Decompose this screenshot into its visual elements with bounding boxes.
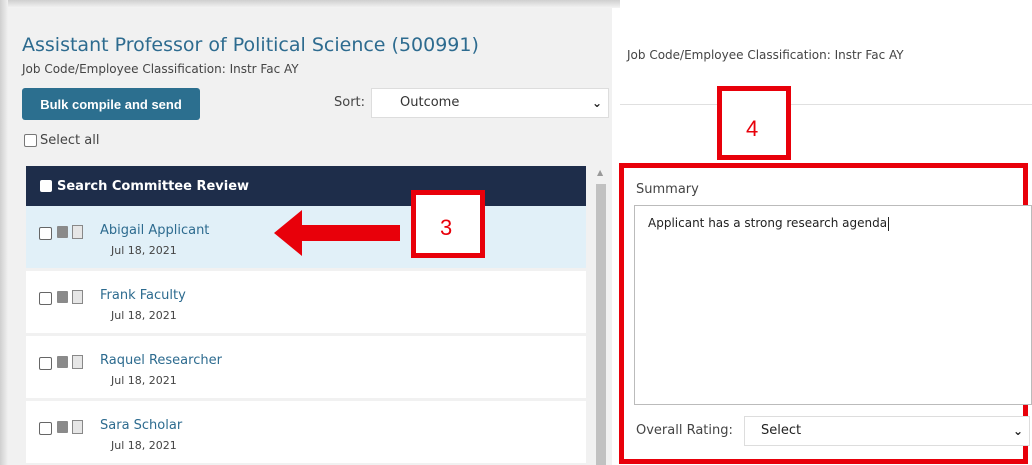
rating-label: Overall Rating: bbox=[636, 423, 733, 438]
applicant-name[interactable]: Sara Scholar bbox=[100, 418, 182, 433]
document-icon[interactable] bbox=[57, 421, 68, 433]
list-header: Search Committee Review bbox=[26, 166, 586, 206]
document-icon[interactable] bbox=[57, 291, 68, 303]
applicant-date: Jul 18, 2021 bbox=[111, 309, 177, 322]
applicant-name[interactable]: Frank Faculty bbox=[100, 288, 186, 303]
applicant-name[interactable]: Abigail Applicant bbox=[100, 223, 209, 238]
list-item[interactable]: Frank Faculty Jul 18, 2021 bbox=[26, 271, 586, 336]
list-item[interactable]: Raquel Researcher Jul 18, 2021 bbox=[26, 336, 586, 401]
scrollbar-thumb[interactable] bbox=[596, 184, 606, 465]
copy-icon[interactable] bbox=[72, 420, 83, 434]
chevron-down-icon: ⌄ bbox=[1012, 424, 1023, 438]
callout-number-3: 3 bbox=[440, 215, 453, 240]
summary-label: Summary bbox=[636, 182, 699, 197]
copy-icon[interactable] bbox=[72, 225, 83, 239]
screenshot-frame: Assistant Professor of Political Science… bbox=[0, 0, 1032, 465]
row-checkbox[interactable] bbox=[39, 422, 52, 435]
summary-text: Applicant has a strong research agenda bbox=[648, 216, 888, 230]
row-checkbox[interactable] bbox=[39, 227, 52, 240]
copy-icon[interactable] bbox=[72, 355, 83, 369]
applicant-date: Jul 18, 2021 bbox=[111, 439, 177, 452]
row-checkbox[interactable] bbox=[39, 292, 52, 305]
select-all-label: Select all bbox=[40, 133, 100, 148]
rating-value: Select bbox=[761, 423, 802, 438]
list-header-label: Search Committee Review bbox=[57, 178, 250, 194]
callout-number-4: 4 bbox=[746, 116, 759, 141]
list-item[interactable]: Sara Scholar Jul 18, 2021 bbox=[26, 401, 586, 465]
arrow-left-icon bbox=[274, 210, 400, 256]
posting-title: Assistant Professor of Political Science… bbox=[22, 34, 479, 56]
document-icon[interactable] bbox=[57, 226, 68, 238]
left-shadow bbox=[0, 0, 8, 465]
applicant-date: Jul 18, 2021 bbox=[111, 244, 177, 257]
divider bbox=[620, 104, 1032, 105]
copy-icon[interactable] bbox=[72, 290, 83, 304]
select-all[interactable]: Select all bbox=[24, 133, 99, 148]
document-icon[interactable] bbox=[57, 356, 68, 368]
chevron-down-icon: ⌄ bbox=[591, 96, 602, 110]
header-checkbox[interactable] bbox=[40, 180, 52, 192]
select-all-checkbox[interactable] bbox=[24, 134, 37, 147]
job-code-subtitle: Job Code/Employee Classification: Instr … bbox=[22, 62, 299, 76]
list-scrollbar[interactable]: ▲ bbox=[594, 166, 608, 465]
row-checkbox[interactable] bbox=[39, 357, 52, 370]
sort-value: Outcome bbox=[400, 95, 460, 110]
applicant-date: Jul 18, 2021 bbox=[111, 374, 177, 387]
summary-textarea[interactable]: Applicant has a strong research agenda bbox=[634, 205, 1032, 405]
bulk-compile-button[interactable]: Bulk compile and send bbox=[22, 88, 200, 120]
scroll-up-icon[interactable]: ▲ bbox=[597, 168, 603, 177]
sort-select[interactable]: Outcome ⌄ bbox=[371, 88, 609, 118]
rating-select[interactable]: Select ⌄ bbox=[744, 416, 1030, 446]
detail-job-code: Job Code/Employee Classification: Instr … bbox=[627, 48, 904, 62]
applicant-name[interactable]: Raquel Researcher bbox=[100, 353, 222, 368]
text-cursor bbox=[888, 216, 890, 231]
sort-label: Sort: bbox=[334, 95, 366, 110]
